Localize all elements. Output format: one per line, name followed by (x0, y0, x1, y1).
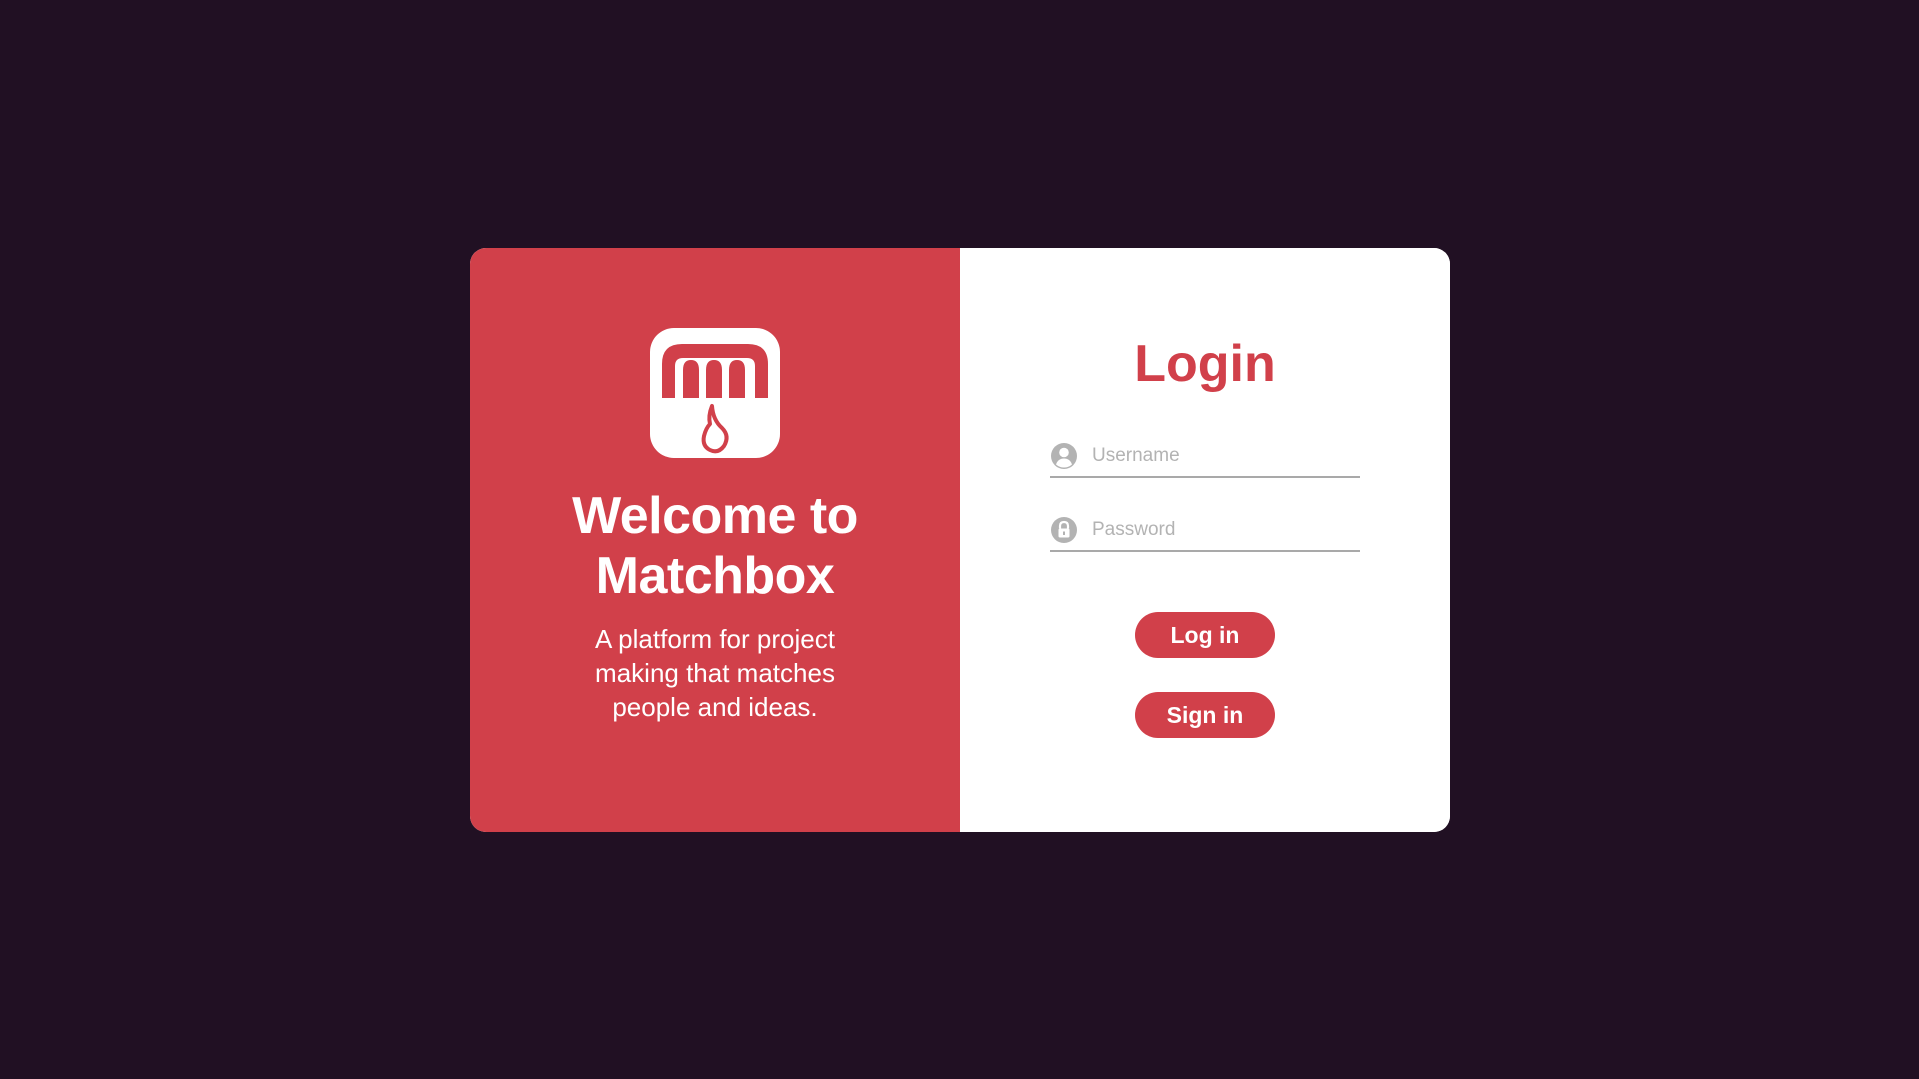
welcome-title: Welcome to Matchbox (470, 486, 960, 606)
tagline-line-3: people and ideas. (612, 692, 818, 722)
tagline-line-1: A platform for project (595, 624, 835, 654)
password-field (1050, 512, 1360, 552)
login-panel: Login Log in S (960, 248, 1450, 832)
signin-button[interactable]: Sign in (1135, 692, 1275, 738)
tagline: A platform for project making that match… (565, 622, 865, 724)
tagline-line-2: making that matches (595, 658, 835, 688)
login-button[interactable]: Log in (1135, 612, 1275, 658)
lock-icon (1050, 516, 1078, 544)
username-field (1050, 438, 1360, 478)
matchbox-logo-icon (650, 328, 780, 458)
password-input[interactable] (1092, 516, 1352, 544)
welcome-panel: Welcome to Matchbox A platform for proje… (470, 248, 960, 832)
login-card: Welcome to Matchbox A platform for proje… (470, 248, 1450, 832)
user-icon (1050, 442, 1078, 470)
username-input[interactable] (1092, 442, 1352, 470)
welcome-title-line-1: Welcome to (572, 487, 858, 545)
login-heading: Login (1134, 335, 1276, 393)
welcome-title-line-2: Matchbox (595, 547, 835, 605)
